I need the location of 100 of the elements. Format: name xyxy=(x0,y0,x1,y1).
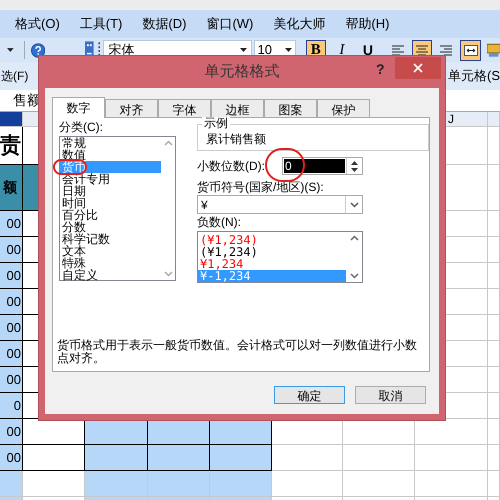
table-cell xyxy=(0,471,23,497)
sample-value: 累计销售额 xyxy=(206,133,266,146)
table-cell xyxy=(85,445,148,471)
table-cell: 00 xyxy=(0,367,23,393)
table-cell xyxy=(488,393,500,419)
list-item[interactable]: (¥1,234) xyxy=(198,246,346,258)
toolbar-button[interactable]: 选(F) xyxy=(1,67,28,85)
table-cell: 00 xyxy=(0,315,23,341)
table-cell xyxy=(85,471,148,497)
table-cell xyxy=(488,237,500,263)
currency-symbol-label: 货币符号(国家/地区)(S): xyxy=(197,181,325,194)
table-cell xyxy=(488,211,500,237)
list-item[interactable]: (¥1,234) xyxy=(198,234,346,246)
table-cell xyxy=(272,471,343,497)
table-cell: 00 xyxy=(0,237,23,263)
list-item[interactable]: 分数 xyxy=(60,221,161,233)
tab[interactable]: 对齐 xyxy=(105,99,158,119)
table-cell xyxy=(488,127,500,165)
table-cell xyxy=(210,445,272,471)
list-item[interactable]: 自定义 xyxy=(60,269,161,281)
spin-arrows-icon[interactable] xyxy=(351,160,358,172)
toolbar-button[interactable]: 单元格(S xyxy=(448,66,500,86)
list-item[interactable]: 时间 xyxy=(60,197,161,209)
help-icon[interactable] xyxy=(30,42,45,58)
list-item[interactable]: 特殊 xyxy=(60,257,161,269)
currency-symbol-dropdown[interactable]: ¥ xyxy=(197,195,363,214)
font-name: 宋体 xyxy=(107,41,136,60)
table-cell xyxy=(488,165,500,211)
table-cell: 00 xyxy=(0,341,23,367)
menu-item[interactable]: 美化大师 xyxy=(273,14,326,34)
align-left-icon xyxy=(391,44,406,56)
list-item[interactable]: 百分比 xyxy=(60,209,161,221)
help-button[interactable]: ? xyxy=(376,59,385,80)
toolbar-tool-icon[interactable] xyxy=(486,42,500,58)
negative-numbers-label: 负数(N): xyxy=(197,216,242,229)
menu-item[interactable]: 帮助(H) xyxy=(345,14,390,34)
table-cell xyxy=(148,471,210,497)
dialog-button[interactable]: 取消 xyxy=(355,386,426,404)
negative-numbers-list[interactable]: (¥1,234) (¥1,234) ¥1,234 ¥-1,234 xyxy=(197,231,363,283)
decimal-places-label: 小数位数(D): xyxy=(197,158,265,175)
table-cell xyxy=(148,419,210,445)
table-cell: 00 xyxy=(0,445,23,471)
table-cell xyxy=(210,419,272,445)
close-icon xyxy=(413,63,423,73)
list-item[interactable]: 日期 xyxy=(60,185,161,197)
table-cell xyxy=(85,419,148,445)
align-center-icon xyxy=(415,44,430,56)
tab[interactable]: 保护 xyxy=(317,99,370,119)
table-cell xyxy=(343,471,415,497)
table-cell xyxy=(210,471,272,497)
table-cell xyxy=(272,445,343,471)
list-item[interactable]: 常规 xyxy=(60,137,161,149)
list-item[interactable]: 文本 xyxy=(60,245,161,257)
currency-symbol-value: ¥ xyxy=(200,196,209,214)
tab[interactable]: 图案 xyxy=(264,99,317,119)
dropdown-arrow-icon xyxy=(284,48,292,52)
table-cell xyxy=(488,315,500,341)
menu-item[interactable]: 工具(T) xyxy=(80,14,122,34)
table-cell xyxy=(488,471,500,497)
sample-legend: 示例 xyxy=(202,117,230,130)
list-item[interactable]: ¥1,234 xyxy=(198,258,346,270)
table-cell xyxy=(343,445,415,471)
underline-button[interactable]: U xyxy=(358,40,378,60)
scroll-up-icon[interactable] xyxy=(350,235,358,241)
tab[interactable]: 边框 xyxy=(211,99,264,119)
merge-cells-icon xyxy=(464,44,478,56)
table-cell xyxy=(148,445,210,471)
dialog-title: 单元格格式 xyxy=(204,62,280,82)
table-cell xyxy=(488,419,500,445)
dialog-button[interactable]: 确定 xyxy=(274,386,345,404)
table-cell: 00 xyxy=(0,419,23,445)
menu-item[interactable]: 窗口(W) xyxy=(206,14,254,34)
category-label: 分类(C): xyxy=(59,121,104,134)
table-cell xyxy=(488,341,500,367)
menu-item[interactable]: 数据(D) xyxy=(142,14,186,34)
format-description: 货币格式用于表示一般货币数值。会计格式可以对一列数值进行小数点对齐。 xyxy=(57,339,418,365)
column-header[interactable] xyxy=(0,112,23,127)
table-cell: 00 xyxy=(0,289,23,315)
decimal-places-field[interactable]: 0 xyxy=(282,157,363,175)
list-item[interactable]: 科学记数 xyxy=(60,233,161,245)
table-cell xyxy=(488,367,500,393)
table-cell xyxy=(488,445,500,471)
close-button[interactable] xyxy=(395,57,441,79)
menu-item[interactable]: 格式(O) xyxy=(15,14,60,34)
table-cell: 额 xyxy=(0,165,23,211)
font-size-value: 10 xyxy=(256,41,273,60)
scroll-down-icon[interactable] xyxy=(350,273,358,279)
dropdown-arrow-icon[interactable] xyxy=(7,48,14,52)
table-cell xyxy=(488,263,500,289)
align-right-icon xyxy=(439,44,454,56)
dropdown-arrow-icon xyxy=(240,48,247,52)
table-cell: 0 xyxy=(0,393,23,419)
table-cell: 00 xyxy=(0,211,23,237)
decimal-places-value: 0 xyxy=(284,158,292,175)
merge-button[interactable] xyxy=(460,40,481,60)
tab[interactable]: 数字 xyxy=(52,97,105,118)
tab[interactable]: 字体 xyxy=(158,99,211,119)
table-cell: 00 xyxy=(0,263,23,289)
table-cell xyxy=(488,289,500,315)
italic-button[interactable]: I xyxy=(332,40,352,60)
